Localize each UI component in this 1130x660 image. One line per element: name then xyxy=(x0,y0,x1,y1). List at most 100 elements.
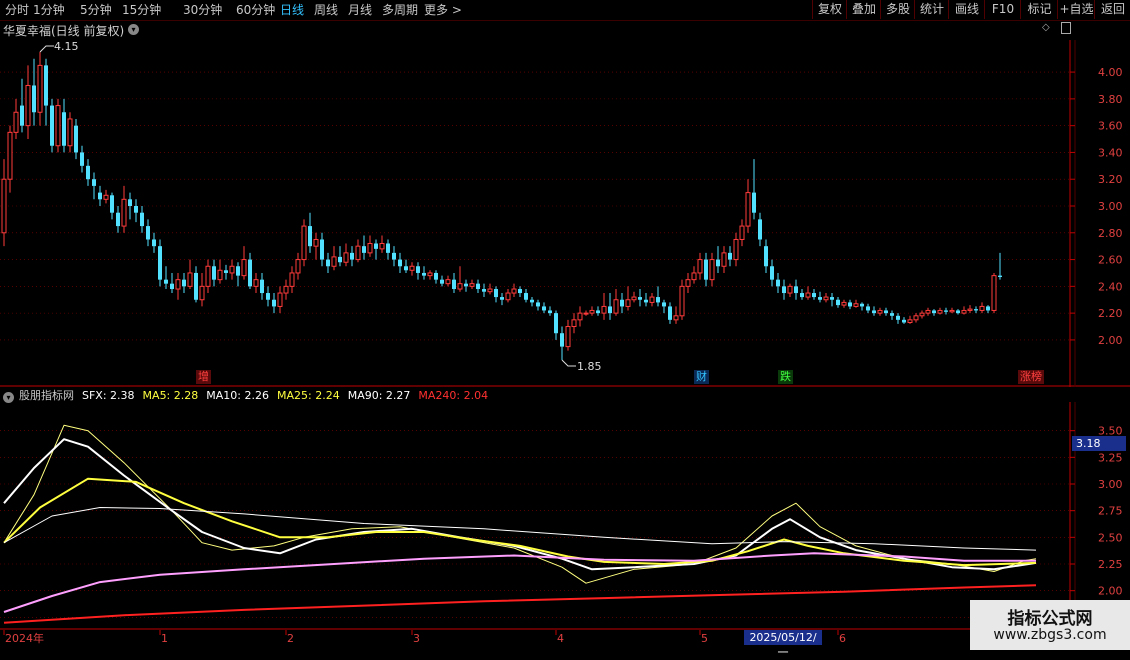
candle-102 xyxy=(613,289,619,316)
candle-103 xyxy=(620,293,624,314)
candle-69 xyxy=(416,262,420,280)
event-badge-2[interactable]: 跌 xyxy=(778,370,793,384)
candle-151 xyxy=(907,315,913,324)
candle-88 xyxy=(530,297,534,307)
candle-79 xyxy=(476,279,480,294)
candle-133 xyxy=(800,289,804,300)
candle-93 xyxy=(560,326,564,360)
high-marker-line xyxy=(39,45,54,53)
candle-143 xyxy=(860,302,864,311)
candle-82 xyxy=(494,286,498,303)
candle-54 xyxy=(326,252,330,273)
candle-71 xyxy=(427,270,433,280)
candle-113 xyxy=(679,279,685,320)
candle-166 xyxy=(998,252,1002,280)
candle-77 xyxy=(464,279,468,292)
candle-129 xyxy=(776,272,780,294)
candle-42 xyxy=(253,272,259,294)
period-tab-8[interactable]: 月线 xyxy=(348,2,372,18)
indicator-chart: 3.503.253.002.752.502.252.001.75 xyxy=(0,402,1130,630)
candle-20 xyxy=(121,185,127,233)
cursor-date-label: 2025/05/12/一 xyxy=(744,630,822,659)
candle-128 xyxy=(770,259,774,287)
candle-18 xyxy=(110,192,114,220)
candle-48 xyxy=(289,266,295,294)
period-tab-10[interactable]: 更多 > xyxy=(424,2,462,18)
toolbar-button-0[interactable]: 复权 xyxy=(812,0,847,19)
candle-120 xyxy=(721,246,727,273)
candle-86 xyxy=(518,286,522,298)
indicator-tick-label-3: 2.75 xyxy=(1098,505,1123,518)
candle-35 xyxy=(212,259,216,287)
period-tab-2[interactable]: 5分钟 xyxy=(80,2,112,18)
candle-32 xyxy=(194,266,198,303)
period-tab-1[interactable]: 1分钟 xyxy=(33,2,65,18)
time-label-3: 3 xyxy=(413,632,420,645)
toolbar-button-7[interactable]: +自选 xyxy=(1057,0,1095,19)
period-tab-3[interactable]: 15分钟 xyxy=(122,2,161,18)
candle-65 xyxy=(392,246,396,267)
period-tab-0[interactable]: 分时 xyxy=(5,2,29,18)
indicator-value-5: MA240: 2.04 xyxy=(418,389,489,402)
period-tab-9[interactable]: 多周期 xyxy=(382,2,418,18)
indicator-tick-label-2: 3.00 xyxy=(1098,478,1123,491)
indicator-name: 股朋指标网 xyxy=(19,389,74,402)
period-tab-5[interactable]: 60分钟 xyxy=(236,2,275,18)
toolbar-button-2[interactable]: 多股 xyxy=(880,0,915,19)
candle-36 xyxy=(217,259,223,284)
event-badge-1[interactable]: 财 xyxy=(694,370,709,384)
period-tab-7[interactable]: 周线 xyxy=(314,2,338,18)
candle-147 xyxy=(884,307,888,316)
candle-92 xyxy=(554,310,558,340)
candle-154 xyxy=(925,307,931,316)
candle-132 xyxy=(794,279,798,300)
diamond-icon[interactable]: ◇ xyxy=(1042,22,1050,33)
time-axis: 2024年 1 2 3 4 5 6 xyxy=(3,630,846,645)
candle-76 xyxy=(457,266,463,292)
candle-145 xyxy=(872,306,876,316)
time-label-4: 4 xyxy=(557,632,564,645)
candle-80 xyxy=(482,283,486,298)
candle-115 xyxy=(691,266,697,284)
candle-164 xyxy=(986,305,990,314)
event-badge-3[interactable]: 涨榜 xyxy=(1018,370,1044,384)
candle-165 xyxy=(991,272,997,314)
candle-66 xyxy=(398,252,402,273)
toolbar-button-5[interactable]: F10 xyxy=(984,0,1021,19)
candle-27 xyxy=(164,266,168,290)
chevron-down-icon[interactable]: ▾ xyxy=(128,24,139,35)
candle-156 xyxy=(937,307,943,315)
candle-105 xyxy=(631,291,637,303)
candle-110 xyxy=(662,299,666,314)
panel-toggle-icon[interactable] xyxy=(1061,22,1071,34)
candle-118 xyxy=(709,252,715,287)
candle-46 xyxy=(277,286,283,314)
candle-44 xyxy=(266,286,270,307)
toolbar-button-4[interactable]: 画线 xyxy=(948,0,985,19)
candle-38 xyxy=(229,259,235,280)
candle-121 xyxy=(728,246,732,267)
indicator-tick-label-4: 2.50 xyxy=(1098,531,1123,544)
indicator-line-ma90 xyxy=(3,507,1037,551)
event-badge-0[interactable]: 增 xyxy=(196,370,211,384)
price-tick-label-5: 3.00 xyxy=(1098,200,1123,213)
candle-152 xyxy=(913,313,919,323)
candle-31 xyxy=(187,259,193,290)
candle-50 xyxy=(301,219,307,267)
period-tab-6[interactable]: 日线 xyxy=(280,2,304,18)
toolbar-button-3[interactable]: 统计 xyxy=(914,0,949,19)
price-tick-label-7: 2.60 xyxy=(1098,254,1123,267)
candle-52 xyxy=(313,232,319,260)
candle-90 xyxy=(542,302,546,314)
candle-25 xyxy=(152,232,156,253)
candle-30 xyxy=(182,272,186,294)
candle-43 xyxy=(260,272,264,300)
candle-138 xyxy=(830,293,834,307)
toolbar-button-1[interactable]: 叠加 xyxy=(846,0,881,19)
toolbar-button-8[interactable]: 返回 xyxy=(1094,0,1130,19)
toolbar-button-6[interactable]: 标记 xyxy=(1020,0,1058,19)
period-tab-4[interactable]: 30分钟 xyxy=(183,2,222,18)
candle-127 xyxy=(764,239,768,273)
indicator-value-3: MA25: 2.24 xyxy=(276,389,340,402)
candle-117 xyxy=(704,252,708,287)
